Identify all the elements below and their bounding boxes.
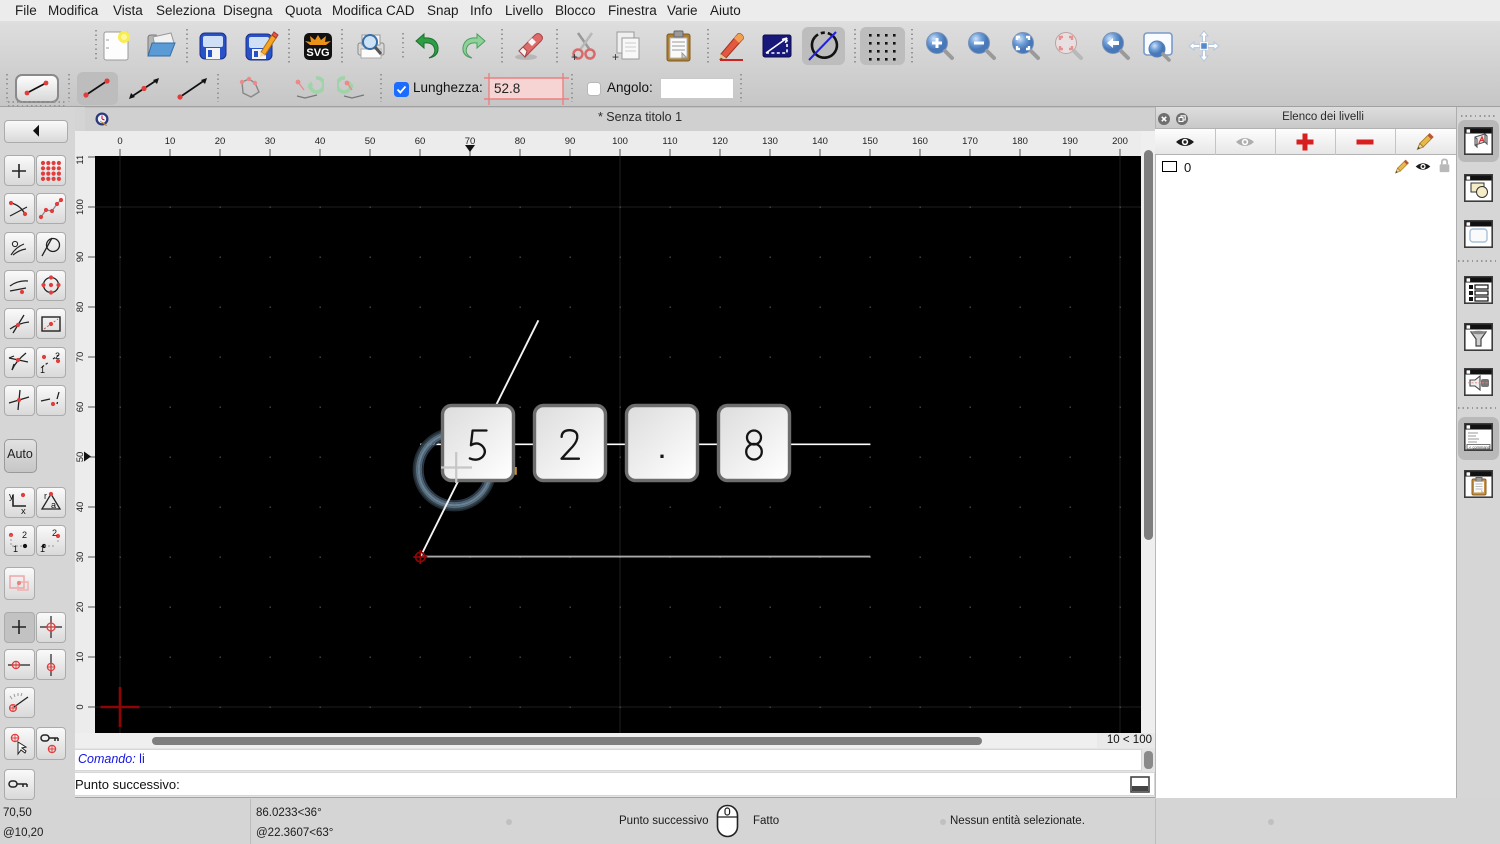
svg-text:80: 80 xyxy=(75,302,86,313)
svg-text:40: 40 xyxy=(75,502,86,513)
svg-text:1: 1 xyxy=(13,544,18,554)
svg-text:120: 120 xyxy=(712,136,728,147)
svg-text:180: 180 xyxy=(1012,136,1028,147)
svg-text:2: 2 xyxy=(22,530,27,540)
svg-text:60: 60 xyxy=(75,402,86,413)
svg-text:20: 20 xyxy=(215,136,226,147)
svg-text:2: 2 xyxy=(55,351,60,361)
svg-text:110: 110 xyxy=(75,156,86,165)
svg-text:70: 70 xyxy=(75,352,86,363)
svg-text:30: 30 xyxy=(75,552,86,563)
svg-text:r: r xyxy=(44,491,47,501)
svg-text:20: 20 xyxy=(75,602,86,613)
svg-text:1: 1 xyxy=(40,365,45,375)
svg-text:100: 100 xyxy=(612,136,628,147)
svg-text:80: 80 xyxy=(515,136,526,147)
svg-text:90: 90 xyxy=(565,136,576,147)
svg-text:+: + xyxy=(571,50,578,64)
svg-text:160: 160 xyxy=(912,136,928,147)
svg-text:40: 40 xyxy=(315,136,326,147)
svg-text:10: 10 xyxy=(165,136,176,147)
svg-text:100: 100 xyxy=(75,199,86,215)
svg-text:30: 30 xyxy=(265,136,276,147)
svg-text:2: 2 xyxy=(52,528,57,538)
svg-text:y: y xyxy=(9,491,14,502)
svg-text:130: 130 xyxy=(762,136,778,147)
svg-text:60: 60 xyxy=(415,136,426,147)
svg-text:0: 0 xyxy=(75,704,86,709)
svg-text:x: x xyxy=(21,506,26,515)
svg-text:140: 140 xyxy=(812,136,828,147)
svg-text:170: 170 xyxy=(962,136,978,147)
svg-text:110: 110 xyxy=(662,136,677,147)
svg-text:90: 90 xyxy=(75,252,86,263)
svg-text:150: 150 xyxy=(862,136,878,147)
svg-text:a: a xyxy=(51,500,56,510)
svg-text:0: 0 xyxy=(117,136,122,147)
svg-text:200: 200 xyxy=(1112,136,1128,147)
svg-text:50: 50 xyxy=(365,136,376,147)
svg-text:1: 1 xyxy=(40,544,45,554)
svg-text:190: 190 xyxy=(1062,136,1078,147)
svg-text:SVG: SVG xyxy=(306,47,329,59)
svg-text:+: + xyxy=(612,50,619,64)
svg-text:< command: < command xyxy=(1469,445,1490,450)
svg-text:10: 10 xyxy=(75,652,86,663)
